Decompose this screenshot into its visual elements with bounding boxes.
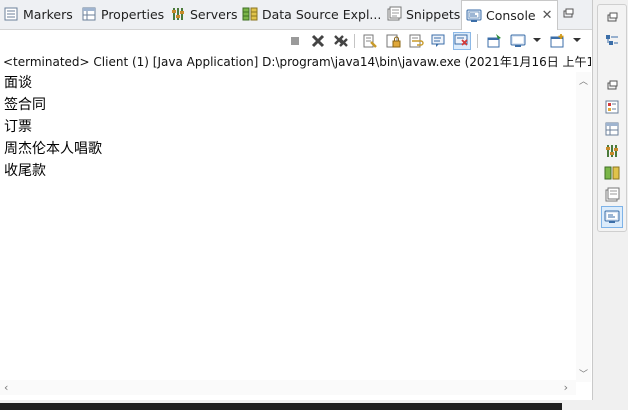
view-tab-bar: Markers Properties Servers Data Source E…: [0, 0, 592, 30]
tab-label: Data Source Expl...: [262, 6, 382, 22]
console-icon: [466, 8, 482, 24]
markers-icon: [3, 6, 19, 22]
remove-all-terminated-icon[interactable]: [333, 33, 349, 49]
servers-icon[interactable]: [602, 141, 622, 161]
tab-console[interactable]: Console ✕: [461, 0, 558, 30]
scroll-up-icon[interactable]: ︿: [579, 74, 588, 87]
show-console-on-stderr-icon[interactable]: [453, 32, 471, 50]
remove-launch-icon[interactable]: [310, 33, 326, 49]
scroll-lock-icon[interactable]: [385, 33, 401, 49]
tab-markers[interactable]: Markers: [3, 0, 73, 28]
tab-label: Snippets: [406, 6, 461, 22]
chevron-down-icon[interactable]: [533, 38, 541, 42]
tab-label: Properties: [101, 6, 165, 22]
properties-icon[interactable]: [602, 119, 622, 139]
console-line: 面谈: [4, 75, 32, 91]
vertical-scrollbar[interactable]: ︿ ﹀: [576, 72, 591, 382]
word-wrap-icon[interactable]: [408, 33, 424, 49]
console-icon[interactable]: [601, 206, 623, 228]
tab-properties[interactable]: Properties: [81, 0, 164, 28]
pin-console-icon[interactable]: [486, 33, 502, 49]
toolbar-separator: [354, 34, 355, 48]
show-console-on-stdout-icon[interactable]: [431, 33, 447, 49]
tab-label: Console: [486, 8, 536, 23]
console-line: 收尾款: [4, 163, 46, 179]
open-console-icon[interactable]: [550, 33, 566, 49]
terminate-icon[interactable]: [287, 33, 303, 49]
properties-icon: [81, 6, 97, 22]
restore-icon[interactable]: [602, 75, 622, 95]
scroll-down-icon[interactable]: ﹀: [579, 367, 588, 380]
tab-label: Markers: [23, 6, 73, 22]
tab-label: Servers: [190, 6, 238, 22]
tab-data-source-explorer[interactable]: Data Source Expl...: [242, 0, 381, 28]
outline-icon[interactable]: [602, 31, 622, 51]
snippets-icon[interactable]: [602, 185, 622, 205]
display-selected-console-icon[interactable]: [510, 33, 526, 49]
markers-icon[interactable]: [602, 97, 622, 117]
trim-stack: [597, 4, 627, 232]
tab-snippets[interactable]: Snippets: [386, 0, 460, 28]
chevron-down-icon[interactable]: [573, 38, 581, 42]
console-line: 签合同: [4, 97, 46, 113]
minimize-view-icon[interactable]: [561, 7, 575, 21]
scroll-right-icon[interactable]: ›: [564, 381, 568, 394]
editor-edge: [0, 403, 562, 410]
console-view: Markers Properties Servers Data Source E…: [0, 0, 593, 400]
console-line: 周杰伦本人唱歌: [4, 141, 102, 157]
tab-servers[interactable]: Servers: [170, 0, 238, 28]
restore-icon[interactable]: [602, 7, 622, 27]
servers-icon: [170, 6, 186, 22]
console-line: 订票: [4, 119, 32, 135]
console-output[interactable]: 面谈 签合同 订票 周杰伦本人唱歌 收尾款: [4, 72, 572, 380]
data-source-explorer-icon[interactable]: [602, 163, 622, 183]
data-source-explorer-icon: [242, 6, 258, 22]
close-icon[interactable]: ✕: [542, 8, 553, 23]
console-toolbar: [0, 29, 592, 53]
snippets-icon: [386, 6, 402, 22]
toolbar-separator: [477, 34, 478, 48]
console-status-line: <terminated> Client (1) [Java Applicatio…: [3, 55, 591, 69]
clear-console-icon[interactable]: [362, 33, 378, 49]
scroll-left-icon[interactable]: ‹: [4, 381, 8, 394]
horizontal-scrollbar[interactable]: ‹ ›: [0, 380, 576, 395]
